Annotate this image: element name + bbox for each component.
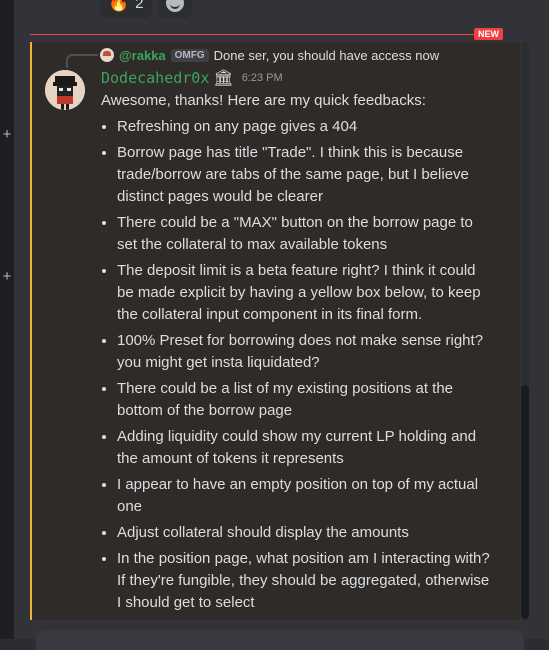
list-item: Adjust collateral should display the amo…	[117, 522, 496, 544]
feedback-list: Refreshing on any page gives a 404 Borro…	[101, 116, 496, 614]
new-badge: NEW	[474, 28, 503, 40]
add-icon[interactable]: +	[0, 269, 14, 284]
fire-icon: 🔥	[108, 0, 130, 12]
list-item: Refreshing on any page gives a 404	[117, 116, 496, 138]
add-reaction-icon	[165, 0, 184, 12]
list-item: I appear to have an empty position on to…	[117, 474, 496, 518]
reply-connector	[66, 54, 98, 68]
server-rail: + +	[0, 0, 14, 639]
new-messages-divider	[30, 34, 500, 35]
list-item: 100% Preset for borrowing does not make …	[117, 330, 496, 374]
list-item: There could be a list of my existing pos…	[117, 378, 496, 422]
username[interactable]: Dodecahedr0x	[101, 69, 209, 87]
add-reaction-button[interactable]	[157, 0, 192, 18]
add-icon[interactable]: +	[0, 127, 14, 142]
message-content: Awesome, thanks! Here are my quick feedb…	[101, 90, 496, 618]
message-composer[interactable]	[36, 630, 524, 650]
server-tag: OMFG	[170, 48, 209, 62]
reply-avatar[interactable]	[100, 48, 114, 62]
avatar[interactable]	[45, 70, 85, 110]
reaction-fire[interactable]: 🔥 2	[100, 0, 152, 18]
scrollbar-thumb[interactable]	[521, 385, 529, 619]
timestamp[interactable]: 6:23 PM	[242, 72, 283, 84]
list-item: In the position page, what position am I…	[117, 548, 496, 614]
message-header: Dodecahedr0x 🏛 6:23 PM	[101, 68, 283, 88]
reply-username[interactable]: @rakka	[119, 48, 166, 63]
bank-icon: 🏛	[213, 70, 234, 87]
reactions-bar: 🔥 2	[100, 0, 192, 20]
reaction-count: 2	[135, 0, 144, 12]
list-item: The deposit limit is a beta feature righ…	[117, 260, 496, 326]
message-intro: Awesome, thanks! Here are my quick feedb…	[101, 92, 426, 109]
reply-reference[interactable]: @rakka OMFG Done ser, you should have ac…	[100, 46, 439, 64]
reply-text[interactable]: Done ser, you should have access now	[214, 48, 439, 63]
list-item: Borrow page has title "Trade". I think t…	[117, 142, 496, 208]
list-item: Adding liquidity could show my current L…	[117, 426, 496, 470]
list-item: There could be a "MAX" button on the bor…	[117, 212, 496, 256]
